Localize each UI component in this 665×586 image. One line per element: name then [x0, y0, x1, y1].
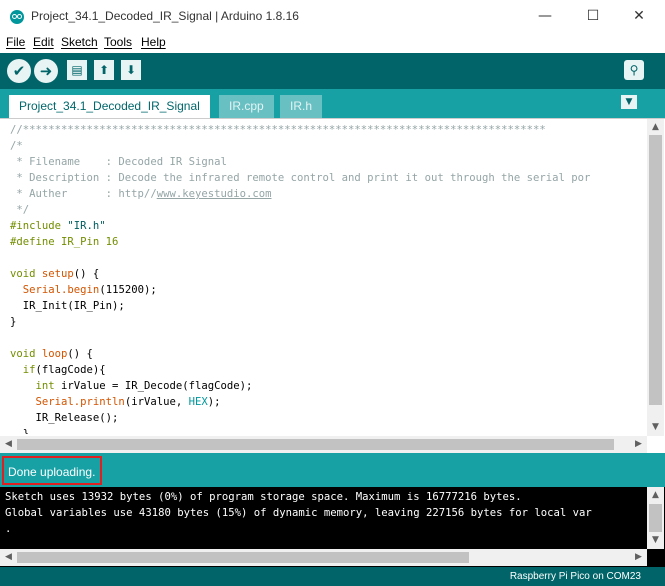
console-line: .	[5, 523, 12, 535]
scroll-right-icon[interactable]: ▶	[630, 549, 647, 566]
serial-monitor-button[interactable]: ⚲	[624, 60, 644, 80]
board-port-label: Raspberry Pi Pico on COM23	[509, 571, 641, 582]
code-line: IR_Init(IR_Pin);	[10, 300, 125, 312]
open-arrow-up-icon: ⬆	[98, 63, 110, 77]
code-line: */	[10, 204, 30, 216]
console-output[interactable]: Sketch uses 13932 bytes (0%) of program …	[0, 487, 665, 567]
arduino-logo-icon	[10, 10, 24, 24]
toolbar: ✔ ➜ ▤ ⬆ ⬇ ⚲	[0, 53, 665, 89]
code-line: /*	[10, 140, 23, 152]
maximize-button[interactable]: ☐	[576, 6, 610, 26]
console-vertical-scrollbar[interactable]: ▲ ▼	[647, 487, 664, 549]
dropdown-arrow-icon: ▼	[625, 97, 633, 107]
code-line: }	[10, 316, 17, 328]
scroll-right-icon[interactable]: ▶	[630, 436, 647, 453]
new-file-icon: ▤	[71, 63, 83, 77]
code-line: void setup() {	[10, 268, 100, 280]
highlight-box	[2, 456, 102, 485]
scroll-down-icon[interactable]: ▼	[647, 532, 664, 549]
close-button[interactable]: ✕	[622, 6, 656, 26]
editor-vertical-scrollbar[interactable]: ▲ ▼	[647, 119, 664, 436]
code-line: * Filename : Decoded IR Signal	[10, 156, 227, 168]
scroll-thumb[interactable]	[649, 504, 662, 532]
code-line: if(flagCode){	[22, 364, 106, 376]
code-editor[interactable]: //**************************************…	[0, 118, 665, 453]
code-line: Serial.begin(115200);	[22, 284, 157, 296]
minimize-button[interactable]: —	[528, 6, 562, 26]
code-text[interactable]: //**************************************…	[10, 122, 645, 434]
scroll-left-icon[interactable]: ◀	[0, 436, 17, 453]
menu-edit[interactable]: Edit	[33, 35, 54, 49]
console-horizontal-scrollbar[interactable]: ◀ ▶	[0, 549, 647, 566]
scroll-thumb[interactable]	[17, 439, 614, 450]
code-line-url: * Auther : http//www.keyestudio.com	[10, 188, 272, 200]
arrow-right-icon: ➜	[39, 62, 53, 80]
tab-project-sketch[interactable]: Project_34.1_Decoded_IR_Signal	[9, 95, 210, 118]
url-link[interactable]: www.keyestudio.com	[157, 188, 272, 200]
menu-tools[interactable]: Tools	[104, 35, 132, 49]
tab-bar: Project_34.1_Decoded_IR_Signal IR.cpp IR…	[0, 89, 665, 118]
scroll-thumb[interactable]	[649, 135, 662, 405]
code-line: void loop() {	[10, 348, 93, 360]
code-line: int irValue = IR_Decode(flagCode);	[35, 380, 253, 392]
code-line: //**************************************…	[10, 124, 546, 136]
scroll-up-icon[interactable]: ▲	[647, 119, 664, 136]
board-status-bar: Raspberry Pi Pico on COM23	[0, 567, 665, 586]
new-sketch-button[interactable]: ▤	[67, 60, 87, 80]
status-bar: Done uploading.	[0, 453, 665, 487]
scroll-down-icon[interactable]: ▼	[647, 419, 664, 436]
console-line: Global variables use 43180 bytes (15%) o…	[5, 507, 592, 519]
code-line-define: #define IR_Pin 16	[10, 236, 119, 248]
menu-sketch[interactable]: Sketch	[61, 35, 98, 49]
editor-horizontal-scrollbar[interactable]: ◀ ▶	[0, 436, 647, 453]
tab-ir-h[interactable]: IR.h	[280, 95, 323, 118]
menu-bar: File Edit Sketch Tools Help	[0, 32, 665, 52]
window-title: Project_34.1_Decoded_IR_Signal | Arduino…	[31, 9, 299, 23]
tab-ir-cpp[interactable]: IR.cpp	[219, 95, 274, 118]
menu-file[interactable]: File	[6, 35, 25, 49]
save-arrow-down-icon: ⬇	[125, 63, 137, 77]
tab-menu-button[interactable]: ▼	[621, 95, 637, 109]
scroll-up-icon[interactable]: ▲	[647, 487, 664, 504]
save-sketch-button[interactable]: ⬇	[121, 60, 141, 80]
check-icon: ✔	[12, 62, 26, 80]
open-sketch-button[interactable]: ⬆	[94, 60, 114, 80]
code-line: * Description : Decode the infrared remo…	[10, 172, 591, 184]
magnifier-icon: ⚲	[629, 63, 639, 77]
title-bar: Project_34.1_Decoded_IR_Signal | Arduino…	[0, 0, 665, 32]
code-line: Serial.println(irValue, HEX);	[35, 396, 221, 408]
code-line: IR_Release();	[10, 412, 119, 424]
verify-button[interactable]: ✔	[7, 59, 31, 83]
code-line: }	[10, 428, 30, 434]
scroll-thumb[interactable]	[17, 552, 469, 563]
upload-button[interactable]: ➜	[34, 59, 58, 83]
scroll-left-icon[interactable]: ◀	[0, 549, 17, 566]
code-line-include: #include "IR.h"	[10, 220, 106, 232]
menu-help[interactable]: Help	[141, 35, 166, 49]
console-text: Sketch uses 13932 bytes (0%) of program …	[5, 489, 592, 537]
console-line: Sketch uses 13932 bytes (0%) of program …	[5, 491, 522, 503]
